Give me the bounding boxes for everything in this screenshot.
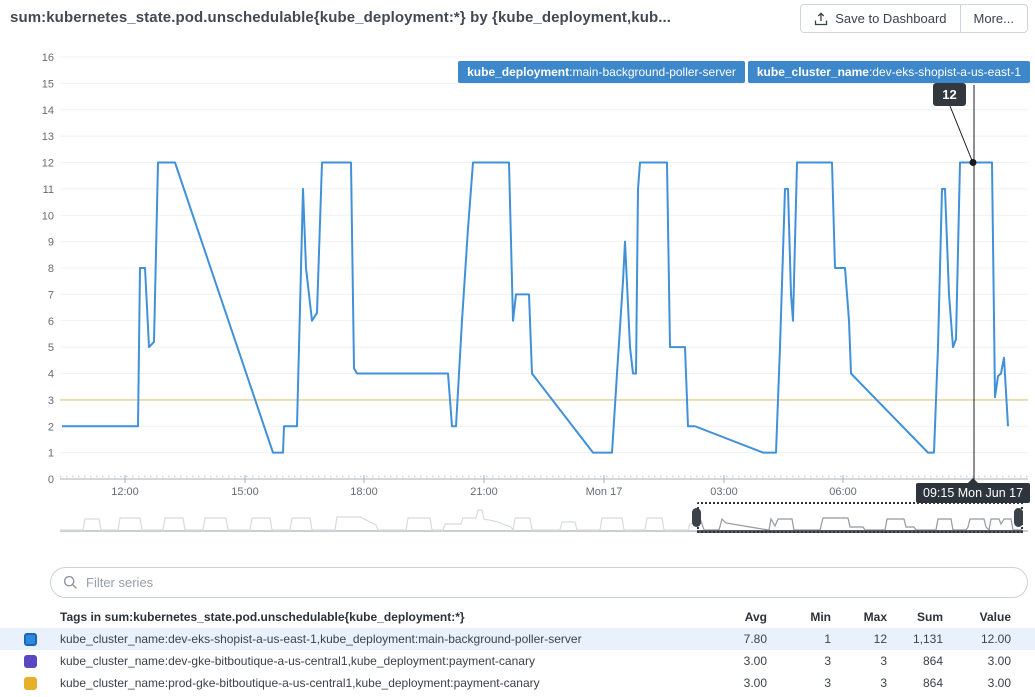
y-axis-tick-label: 4	[48, 369, 54, 381]
value-column-header[interactable]: Value	[943, 610, 1011, 624]
metric-explorer: sum:kubernetes_state.pod.unschedulable{k…	[0, 0, 1035, 697]
avg-column-header[interactable]: Avg	[703, 610, 767, 624]
hover-time-badge: 09:15 Mon Jun 17	[916, 483, 1030, 503]
tooltip-tag-value: :dev-eks-shopist-a-us-east-1	[869, 65, 1021, 79]
series-max: 3	[831, 654, 887, 668]
series-avg: 7.80	[703, 632, 767, 646]
y-axis-tick-label: 2	[48, 421, 54, 433]
y-axis-tick-label: 8	[48, 263, 54, 275]
series-avg: 3.00	[703, 654, 767, 668]
y-axis-tick-label: 0	[48, 474, 54, 486]
series-sum: 1,131	[887, 632, 943, 646]
time-badge-caret	[968, 478, 978, 483]
y-axis-tick-label: 9	[48, 237, 54, 249]
series-row[interactable]: kube_cluster_name:dev-gke-bitboutique-a-…	[0, 650, 1035, 672]
sum-column-header[interactable]: Sum	[887, 610, 943, 624]
x-axis-tick-label: 21:00	[470, 486, 498, 498]
max-column-header[interactable]: Max	[831, 610, 887, 624]
series-min: 1	[767, 632, 831, 646]
tags-column-header: Tags in sum:kubernetes_state.pod.unsched…	[60, 610, 703, 624]
x-axis-tick-label: 18:00	[350, 486, 378, 498]
y-axis-tick-label: 13	[42, 131, 54, 143]
series-sum: 864	[887, 654, 943, 668]
series-tag: kube_cluster_name:dev-eks-shopist-a-us-e…	[60, 632, 703, 646]
series-tag: kube_cluster_name:prod-gke-bitboutique-a…	[60, 676, 703, 690]
y-axis-tick-label: 16	[42, 52, 54, 64]
series-table-header: Tags in sum:kubernetes_state.pod.unsched…	[0, 606, 1035, 628]
series-table: Tags in sum:kubernetes_state.pod.unsched…	[0, 606, 1035, 694]
series-line-main	[62, 163, 1008, 453]
search-icon	[63, 575, 78, 590]
series-value: 3.00	[943, 676, 1011, 690]
x-axis-tick-label: 03:00	[710, 486, 738, 498]
hover-value-badge: 12	[933, 83, 966, 106]
time-badge-label: 09:15 Mon Jun 17	[923, 486, 1023, 500]
swatch-cell	[0, 633, 60, 646]
series-row[interactable]: kube_cluster_name:dev-eks-shopist-a-us-e…	[0, 628, 1035, 650]
tooltip-tag-deployment: kube_deployment:main-background-poller-s…	[458, 61, 745, 83]
tooltip-tag-value: :main-background-poller-server	[569, 65, 736, 79]
y-axis-tick-label: 14	[42, 105, 54, 117]
series-color-swatch[interactable]	[24, 655, 37, 668]
series-value: 3.00	[943, 654, 1011, 668]
y-axis-tick-label: 15	[42, 78, 54, 90]
y-axis-tick-label: 3	[48, 395, 54, 407]
y-axis-tick-label: 6	[48, 316, 54, 328]
y-axis-tick-label: 7	[48, 289, 54, 301]
brush-handle-right[interactable]	[1014, 508, 1023, 527]
y-axis-tick-label: 12	[42, 158, 54, 170]
series-min: 3	[767, 676, 831, 690]
y-axis-tick-label: 1	[48, 448, 54, 460]
tooltip-tag-cluster: kube_cluster_name:dev-eks-shopist-a-us-e…	[748, 61, 1030, 83]
x-axis-tick-label: 12:00	[111, 486, 139, 498]
series-rows: kube_cluster_name:dev-eks-shopist-a-us-e…	[0, 628, 1035, 694]
timerange-brush[interactable]	[697, 502, 1023, 533]
series-color-swatch[interactable]	[24, 677, 37, 690]
series-row[interactable]: kube_cluster_name:prod-gke-bitboutique-a…	[0, 672, 1035, 694]
x-axis-tick-label: 15:00	[231, 486, 259, 498]
series-tag: kube_cluster_name:dev-gke-bitboutique-a-…	[60, 654, 703, 668]
series-sum: 864	[887, 676, 943, 690]
hover-tooltip: kube_deployment:main-background-poller-s…	[458, 61, 1030, 83]
series-avg: 3.00	[703, 676, 767, 690]
x-axis-tick-label: Mon 17	[586, 486, 623, 498]
series-max: 3	[831, 676, 887, 690]
brush-handle-left[interactable]	[692, 508, 701, 527]
filter-series-input[interactable]	[86, 575, 1015, 590]
filter-series-box	[50, 567, 1028, 598]
tooltip-tag-key: kube_deployment	[467, 65, 569, 79]
y-axis-tick-label: 11	[43, 184, 54, 196]
min-column-header[interactable]: Min	[767, 610, 831, 624]
y-axis-tick-label: 5	[48, 342, 54, 354]
timeseries-chart[interactable]: 01234567891011121314151612:0015:0018:002…	[0, 0, 1035, 560]
series-color-swatch[interactable]	[24, 633, 37, 646]
cursor-data-point	[970, 159, 977, 166]
series-min: 3	[767, 654, 831, 668]
swatch-cell	[0, 655, 60, 668]
y-axis-tick-label: 10	[42, 210, 54, 222]
series-max: 12	[831, 632, 887, 646]
tooltip-tag-key: kube_cluster_name	[757, 65, 869, 79]
cursor-connector-line	[950, 106, 972, 161]
swatch-cell	[0, 677, 60, 690]
x-axis-tick-label: 06:00	[829, 486, 857, 498]
series-value: 12.00	[943, 632, 1011, 646]
